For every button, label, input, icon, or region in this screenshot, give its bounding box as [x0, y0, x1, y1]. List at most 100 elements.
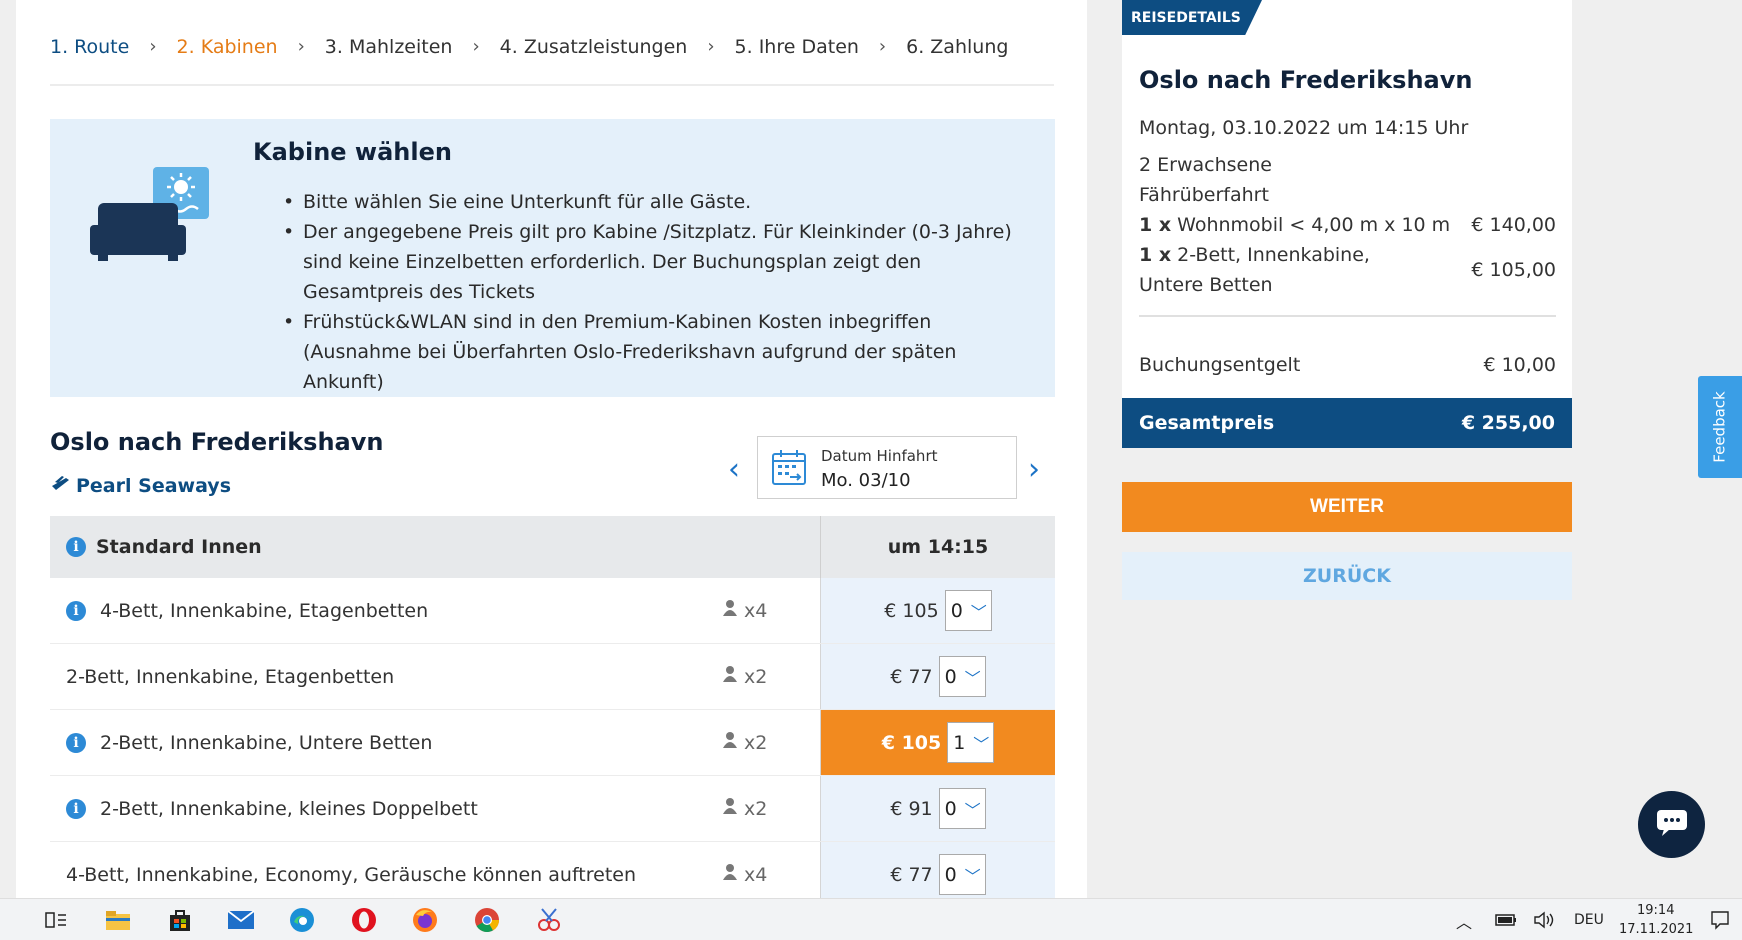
- cabin-name: 2-Bett, Innenkabine, Etagenbetten: [66, 665, 395, 688]
- chevron-right-icon: ›: [149, 36, 157, 57]
- person-icon: [722, 863, 738, 886]
- price-cell-selected[interactable]: € 105 1 ﹀: [820, 710, 1055, 775]
- date-picker[interactable]: Datum Hinfahrt Mo. 03/10: [757, 436, 1017, 499]
- clock-time[interactable]: 19:14: [1637, 903, 1674, 918]
- ship-label: Pearl Seaways: [76, 474, 232, 497]
- chevron-left-icon[interactable]: ‹: [728, 452, 740, 487]
- crossing: Fährüberfahrt: [1139, 184, 1269, 206]
- mail-icon[interactable]: [227, 907, 255, 933]
- fee-label: Buchungsentgelt: [1139, 354, 1301, 376]
- quantity-select[interactable]: 1 ﹀: [947, 722, 995, 763]
- battery-icon[interactable]: [1492, 907, 1520, 933]
- volume-icon[interactable]: [1530, 907, 1558, 933]
- info-icon[interactable]: i: [66, 537, 86, 557]
- item-price: € 105,00: [1471, 259, 1556, 281]
- price: € 105: [884, 599, 939, 622]
- feedback-tab[interactable]: Feedback: [1698, 376, 1742, 478]
- details-tab: REISEDETAILS: [1122, 0, 1262, 35]
- chevron-up-icon[interactable]: ︿: [1456, 909, 1472, 933]
- booking-fee: Buchungsentgelt € 10,00: [1139, 354, 1556, 376]
- person-icon: [722, 731, 738, 754]
- person-count: x2: [744, 665, 768, 688]
- task-view-icon[interactable]: [42, 907, 70, 933]
- file-explorer-icon[interactable]: [104, 907, 132, 933]
- quantity-select[interactable]: 0 ﹀: [938, 854, 986, 895]
- chevron-right-icon: ›: [707, 36, 715, 57]
- crumb-kabinen[interactable]: 2. Kabinen: [177, 36, 278, 58]
- quantity-select[interactable]: 0 ﹀: [944, 590, 992, 631]
- next-button[interactable]: WEITER: [1122, 482, 1572, 532]
- ship-name: Pearl Seaways: [50, 474, 231, 497]
- persons: x4: [722, 599, 767, 622]
- time-header: um 14:15: [820, 516, 1055, 578]
- info-title: Kabine wählen: [253, 138, 452, 166]
- persons: x2: [722, 665, 767, 688]
- price-cell[interactable]: € 91 0 ﹀: [820, 776, 1055, 841]
- item-qty: 1 x: [1139, 214, 1172, 236]
- line-item: 1 x 2-Bett, Innenkabine, Untere Betten €…: [1139, 240, 1556, 300]
- price: € 77: [890, 665, 933, 688]
- crumb-mahlzeiten: 3. Mahlzeiten: [324, 36, 453, 58]
- table-row: 2-Bett, Innenkabine, Etagenbetten x2 € 7…: [50, 644, 1055, 710]
- ship-icon: [50, 474, 70, 497]
- table-row: i 4-Bett, Innenkabine, Etagenbetten x4 €…: [50, 578, 1055, 644]
- line-item: 1 x Wohnmobil < 4,00 m x 10 m € 140,00: [1139, 210, 1556, 240]
- info-icon[interactable]: i: [66, 732, 86, 753]
- info-icon[interactable]: i: [66, 600, 86, 621]
- bed-sun-icon: [90, 167, 220, 271]
- person-icon: [722, 665, 738, 688]
- total-label: Gesamtpreis: [1139, 412, 1275, 434]
- notification-icon[interactable]: [1706, 907, 1734, 933]
- person-count: x2: [744, 797, 768, 820]
- table-row: i 2-Bett, Innenkabine, Untere Betten x2 …: [50, 710, 1055, 776]
- person-count: x4: [744, 863, 768, 886]
- chat-button[interactable]: [1638, 791, 1705, 858]
- store-icon[interactable]: [166, 907, 194, 933]
- clock-date[interactable]: 17.11.2021: [1619, 922, 1693, 937]
- chevron-right-icon: ›: [878, 36, 887, 57]
- cabin-table: i Standard Innen um 14:15 i 4-Bett, Inne…: [50, 516, 1055, 908]
- person-icon: [722, 797, 738, 820]
- crumb-route[interactable]: 1. Route: [50, 36, 129, 58]
- quantity-value: 0: [944, 665, 957, 688]
- person-icon: [722, 599, 738, 622]
- info-bullet: Bitte wählen Sie eine Unterkunft für all…: [283, 187, 1043, 217]
- info-list: Bitte wählen Sie eine Unterkunft für all…: [283, 187, 1043, 397]
- item-name: Wohnmobil < 4,00 m x 10 m: [1177, 214, 1451, 236]
- language-indicator[interactable]: DEU: [1574, 912, 1604, 928]
- firefox-icon[interactable]: [411, 907, 439, 933]
- route-title: Oslo nach Frederikshavn: [50, 428, 384, 456]
- quantity-value: 0: [944, 863, 957, 886]
- info-bullet: Der angegebene Preis gilt pro Kabine /Si…: [283, 217, 1043, 307]
- snipping-tool-icon[interactable]: [535, 907, 563, 933]
- price-cell[interactable]: € 77 0 ﹀: [820, 644, 1055, 709]
- table-row: i 2-Bett, Innenkabine, kleines Doppelbet…: [50, 776, 1055, 842]
- date-label: Datum Hinfahrt: [821, 447, 938, 465]
- category-header: i Standard Innen: [50, 516, 820, 578]
- info-bullet: Frühstück&WLAN sind in den Premium-Kabin…: [283, 307, 1043, 397]
- details-lines: 2 Erwachsene Fährüberfahrt 1 x Wohnmobil…: [1139, 150, 1556, 300]
- persons: x4: [722, 863, 767, 886]
- quantity-select[interactable]: 0 ﹀: [938, 656, 986, 697]
- calendar-icon: [772, 449, 806, 489]
- chevron-right-icon[interactable]: ›: [1028, 452, 1040, 487]
- crumb-zahlung: 6. Zahlung: [906, 36, 1009, 58]
- quantity-value: 0: [944, 797, 957, 820]
- chevron-right-icon: ›: [297, 36, 305, 57]
- info-icon[interactable]: i: [66, 798, 86, 819]
- price-cell[interactable]: € 105 0 ﹀: [820, 578, 1055, 643]
- table-header: i Standard Innen um 14:15: [50, 516, 1055, 578]
- item-qty: 1 x: [1139, 244, 1172, 266]
- edge-icon[interactable]: [288, 907, 316, 933]
- opera-icon[interactable]: [350, 907, 378, 933]
- chevron-down-icon: ﹀: [964, 668, 981, 688]
- back-button[interactable]: ZURÜCK: [1122, 552, 1572, 600]
- person-count: x2: [744, 731, 768, 754]
- crumb-ihre-daten: 5. Ihre Daten: [734, 36, 859, 58]
- price: € 91: [890, 797, 933, 820]
- crumb-zusatzleistungen: 4. Zusatzleistungen: [499, 36, 688, 58]
- item-price: € 140,00: [1471, 214, 1556, 236]
- chrome-icon[interactable]: [473, 907, 501, 933]
- quantity-select[interactable]: 0 ﹀: [938, 788, 986, 829]
- chevron-right-icon: ›: [472, 36, 480, 57]
